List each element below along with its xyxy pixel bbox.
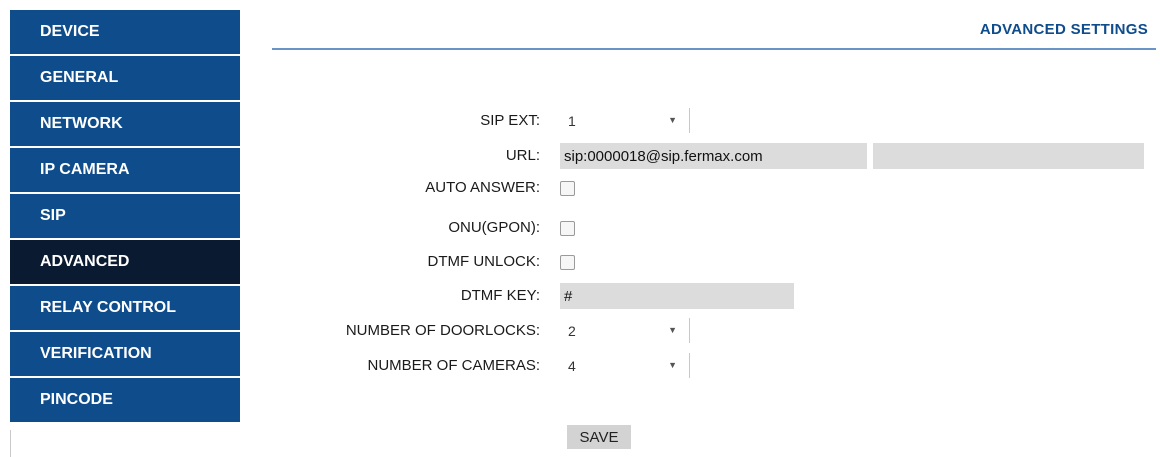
sip-ext-select[interactable]: 1 ▼	[560, 108, 690, 133]
sidebar-item-advanced[interactable]: ADVANCED	[10, 240, 240, 284]
sidebar-item-sip[interactable]: SIP	[10, 194, 240, 238]
sidebar-item-relay-control[interactable]: RELAY CONTROL	[10, 286, 240, 330]
save-button[interactable]: SAVE	[567, 425, 631, 449]
door-locks-select[interactable]: 2 ▼	[560, 318, 690, 343]
url-field-extension	[873, 143, 1144, 169]
onu-gpon-label: ONU(GPON):	[448, 219, 540, 236]
sidebar-item-network[interactable]: NETWORK	[10, 102, 240, 146]
dtmf-key-row: DTMF KEY: #	[240, 283, 1160, 309]
sip-ext-value: 1	[568, 112, 576, 129]
url-row: URL: sip:0000018@sip.fermax.com	[240, 143, 1160, 169]
dtmf-key-label: DTMF KEY:	[460, 287, 540, 304]
cameras-row: NUMBER OF CAMERAS: 4 ▼	[240, 353, 1160, 379]
sidebar-item-pincode[interactable]: PINCODE	[10, 378, 240, 422]
url-value: sip:0000018@sip.fermax.com	[564, 147, 763, 165]
sidebar-border	[10, 430, 11, 457]
dtmf-unlock-checkbox[interactable]	[560, 255, 575, 270]
sidebar-item-general[interactable]: GENERAL	[10, 56, 240, 100]
auto-answer-checkbox[interactable]	[560, 181, 575, 196]
sip-ext-row: SIP EXT: 1 ▼	[240, 108, 1160, 134]
title-divider	[272, 48, 1156, 50]
onu-gpon-control	[560, 215, 575, 241]
cameras-select[interactable]: 4 ▼	[560, 353, 690, 378]
dtmf-unlock-control	[560, 249, 575, 275]
dtmf-unlock-label: DTMF UNLOCK:	[427, 253, 541, 270]
door-locks-label: NUMBER OF DOORLOCKS:	[345, 322, 540, 339]
sip-ext-label: SIP EXT:	[480, 112, 540, 129]
onu-gpon-checkbox[interactable]	[560, 221, 575, 236]
dtmf-key-value: #	[564, 287, 573, 305]
dtmf-key-field[interactable]: #	[560, 283, 794, 309]
chevron-down-icon: ▼	[668, 115, 677, 125]
cameras-label: NUMBER OF CAMERAS:	[367, 357, 540, 374]
dtmf-unlock-row: DTMF UNLOCK:	[240, 249, 1160, 275]
sidebar-item-ip-camera[interactable]: IP CAMERA	[10, 148, 240, 192]
sidebar-item-verification[interactable]: VERIFICATION	[10, 332, 240, 376]
url-field[interactable]: sip:0000018@sip.fermax.com	[560, 143, 867, 169]
sidebar-item-device[interactable]: DEVICE	[10, 10, 240, 54]
door-locks-row: NUMBER OF DOORLOCKS: 2 ▼	[240, 318, 1160, 344]
chevron-down-icon: ▼	[668, 360, 677, 370]
cameras-value: 4	[568, 357, 576, 374]
door-locks-value: 2	[568, 322, 576, 339]
url-label: URL:	[505, 147, 540, 164]
auto-answer-row: AUTO ANSWER:	[240, 175, 1160, 201]
page-title: ADVANCED SETTINGS	[979, 21, 1148, 38]
auto-answer-label: AUTO ANSWER:	[425, 179, 540, 196]
sidebar-nav: DEVICE GENERAL NETWORK IP CAMERA SIP ADV…	[10, 10, 240, 424]
onu-gpon-row: ONU(GPON):	[240, 215, 1160, 241]
chevron-down-icon: ▼	[668, 325, 677, 335]
auto-answer-control	[560, 175, 575, 201]
